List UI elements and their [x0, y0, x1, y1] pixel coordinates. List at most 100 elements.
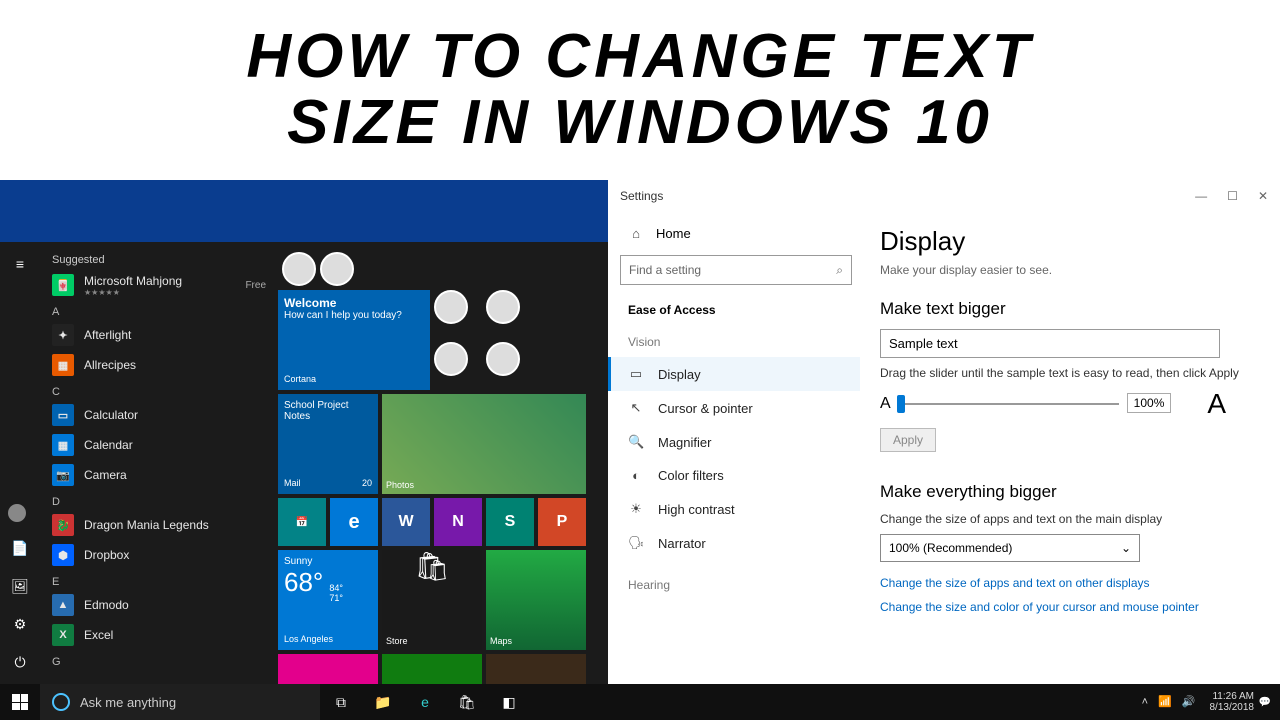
- nav-item-color-filters[interactable]: ◐Color filters: [620, 459, 860, 492]
- section-make-everything-bigger: Make everything bigger: [880, 482, 1260, 502]
- app-icon: ✦: [52, 324, 74, 346]
- link-other-displays[interactable]: Change the size of apps and text on othe…: [880, 576, 1260, 590]
- settings-search[interactable]: Find a setting ⌕: [620, 255, 852, 285]
- app-item[interactable]: 🐉Dragon Mania Legends: [40, 510, 278, 540]
- suggested-app[interactable]: 🀄 Microsoft Mahjong ★★★★★ Free: [40, 270, 278, 300]
- close-button[interactable]: ✕: [1258, 189, 1268, 203]
- start-button[interactable]: [0, 694, 40, 710]
- app-item[interactable]: ▲Edmodo: [40, 590, 278, 620]
- onenote-tile[interactable]: N: [434, 498, 482, 546]
- slider-min-label: A: [880, 395, 891, 413]
- nav-label: High contrast: [658, 502, 735, 517]
- app-item[interactable]: 📷Camera: [40, 460, 278, 490]
- task-view-icon[interactable]: ⧉: [320, 684, 362, 720]
- store-taskbar-icon[interactable]: 🛍: [446, 684, 488, 720]
- app-item[interactable]: ▦Calendar: [40, 430, 278, 460]
- edge-taskbar-icon[interactable]: e: [404, 684, 446, 720]
- clock[interactable]: 11:26 AM 8/13/2018: [1210, 691, 1255, 713]
- pinned-app-icon[interactable]: ◧: [488, 684, 530, 720]
- nav-item-narrator[interactable]: 🗣Narrator: [620, 526, 860, 560]
- cortana-tile[interactable]: Welcome How can I help you today? Cortan…: [278, 290, 430, 390]
- suggested-app-name: Microsoft Mahjong: [84, 274, 235, 288]
- nav-item-display[interactable]: ▭ Display: [608, 357, 860, 391]
- nav-item-cursor-pointer[interactable]: ↖Cursor & pointer: [620, 391, 860, 425]
- letter-header[interactable]: A: [40, 300, 278, 320]
- nav-icon: ↖: [628, 400, 644, 416]
- system-tray[interactable]: ˄ 📶 🔊: [1142, 696, 1196, 708]
- app-item[interactable]: ⬢Dropbox: [40, 540, 278, 570]
- maps-tile[interactable]: Maps: [486, 550, 586, 650]
- slider-value: 100%: [1127, 393, 1172, 413]
- calendar-tile[interactable]: 📅: [278, 498, 326, 546]
- start-menu-panel: ≡ 📄 🖼 ⚙ ⏻ Suggested 🀄 Microsoft Mahjong …: [0, 180, 608, 684]
- network-icon[interactable]: 📶: [1158, 696, 1172, 708]
- app-item[interactable]: ▦Allrecipes: [40, 350, 278, 380]
- text-size-slider[interactable]: [899, 403, 1119, 405]
- letter-header[interactable]: D: [40, 490, 278, 510]
- mail-tile[interactable]: School Project Notes Mail 20: [278, 394, 378, 494]
- minimize-button[interactable]: —: [1195, 189, 1207, 203]
- settings-title: Settings: [620, 189, 663, 203]
- nav-home[interactable]: ⌂ Home: [620, 220, 860, 247]
- hamburger-icon[interactable]: ≡: [8, 252, 32, 276]
- search-placeholder: Find a setting: [629, 263, 701, 277]
- app-item[interactable]: ▭Calculator: [40, 400, 278, 430]
- nav-label: Display: [658, 367, 701, 382]
- explorer-icon[interactable]: 📁: [362, 684, 404, 720]
- app-icon: ▦: [52, 354, 74, 376]
- apply-button[interactable]: Apply: [880, 428, 936, 452]
- photos-tile[interactable]: Photos: [382, 394, 586, 494]
- home-icon: ⌂: [628, 226, 644, 241]
- hearing-label: Hearing: [620, 574, 860, 600]
- maximize-button[interactable]: ☐: [1227, 189, 1238, 203]
- search-text: Ask me anything: [80, 695, 176, 710]
- tray-chevron-icon[interactable]: ˄: [1142, 696, 1148, 708]
- scale-dropdown[interactable]: 100% (Recommended) ⌄: [880, 534, 1140, 562]
- volume-icon[interactable]: 🔊: [1182, 696, 1196, 708]
- app-item[interactable]: ✦Afterlight: [40, 320, 278, 350]
- store-tile[interactable]: 🛍 Store: [382, 550, 482, 650]
- link-cursor-size[interactable]: Change the size and color of your cursor…: [880, 600, 1260, 614]
- action-center-icon[interactable]: 💬: [1258, 697, 1272, 708]
- documents-icon[interactable]: 📄: [8, 536, 32, 560]
- app-item[interactable]: XExcel: [40, 620, 278, 650]
- app-label: Dragon Mania Legends: [84, 518, 209, 532]
- suggested-tag: Free: [245, 280, 266, 291]
- weather-tile[interactable]: Sunny 68° 84°71° Los Angeles: [278, 550, 378, 650]
- xbox-tile[interactable]: 🎮: [382, 654, 482, 684]
- sway-tile[interactable]: S: [486, 498, 534, 546]
- powerpoint-tile[interactable]: P: [538, 498, 586, 546]
- page-title: Display: [880, 226, 1260, 257]
- contact-avatar[interactable]: [434, 290, 468, 324]
- app-label: Calendar: [84, 438, 133, 452]
- search-icon: ⌕: [836, 263, 843, 278]
- minecraft-tile[interactable]: MINECRAFT: [486, 654, 586, 684]
- word-tile[interactable]: W: [382, 498, 430, 546]
- page-subtitle: Make your display easier to see.: [880, 263, 1260, 277]
- power-icon[interactable]: ⏻: [8, 650, 32, 674]
- contact-avatar[interactable]: [486, 342, 520, 376]
- contact-avatar[interactable]: [486, 290, 520, 324]
- user-avatar-icon[interactable]: [8, 504, 26, 522]
- title-banner: HOW TO CHANGE TEXT SIZE IN WINDOWS 10: [0, 0, 1280, 180]
- nav-item-high-contrast[interactable]: ☀High contrast: [620, 492, 860, 526]
- banner-line1: HOW TO CHANGE TEXT: [246, 22, 1033, 91]
- scale-help: Change the size of apps and text on the …: [880, 512, 1260, 526]
- nav-icon: ▭: [628, 366, 644, 382]
- letter-header[interactable]: E: [40, 570, 278, 590]
- letter-header[interactable]: C: [40, 380, 278, 400]
- taskbar-search[interactable]: Ask me anything: [40, 684, 320, 720]
- settings-gear-icon[interactable]: ⚙: [8, 612, 32, 636]
- banner-line2: SIZE IN WINDOWS 10: [287, 88, 993, 157]
- contact-avatar[interactable]: [434, 342, 468, 376]
- windows-logo-icon: [12, 694, 28, 710]
- pictures-icon[interactable]: 🖼: [8, 574, 32, 598]
- picsart-tile[interactable]: P: [278, 654, 378, 684]
- contact-avatar[interactable]: [320, 252, 354, 286]
- nav-icon: 🗣: [628, 535, 644, 551]
- contact-avatar[interactable]: [282, 252, 316, 286]
- edge-tile[interactable]: e: [330, 498, 378, 546]
- slider-thumb[interactable]: [897, 395, 905, 413]
- letter-header[interactable]: G: [40, 650, 278, 670]
- nav-item-magnifier[interactable]: 🔍Magnifier: [620, 425, 860, 459]
